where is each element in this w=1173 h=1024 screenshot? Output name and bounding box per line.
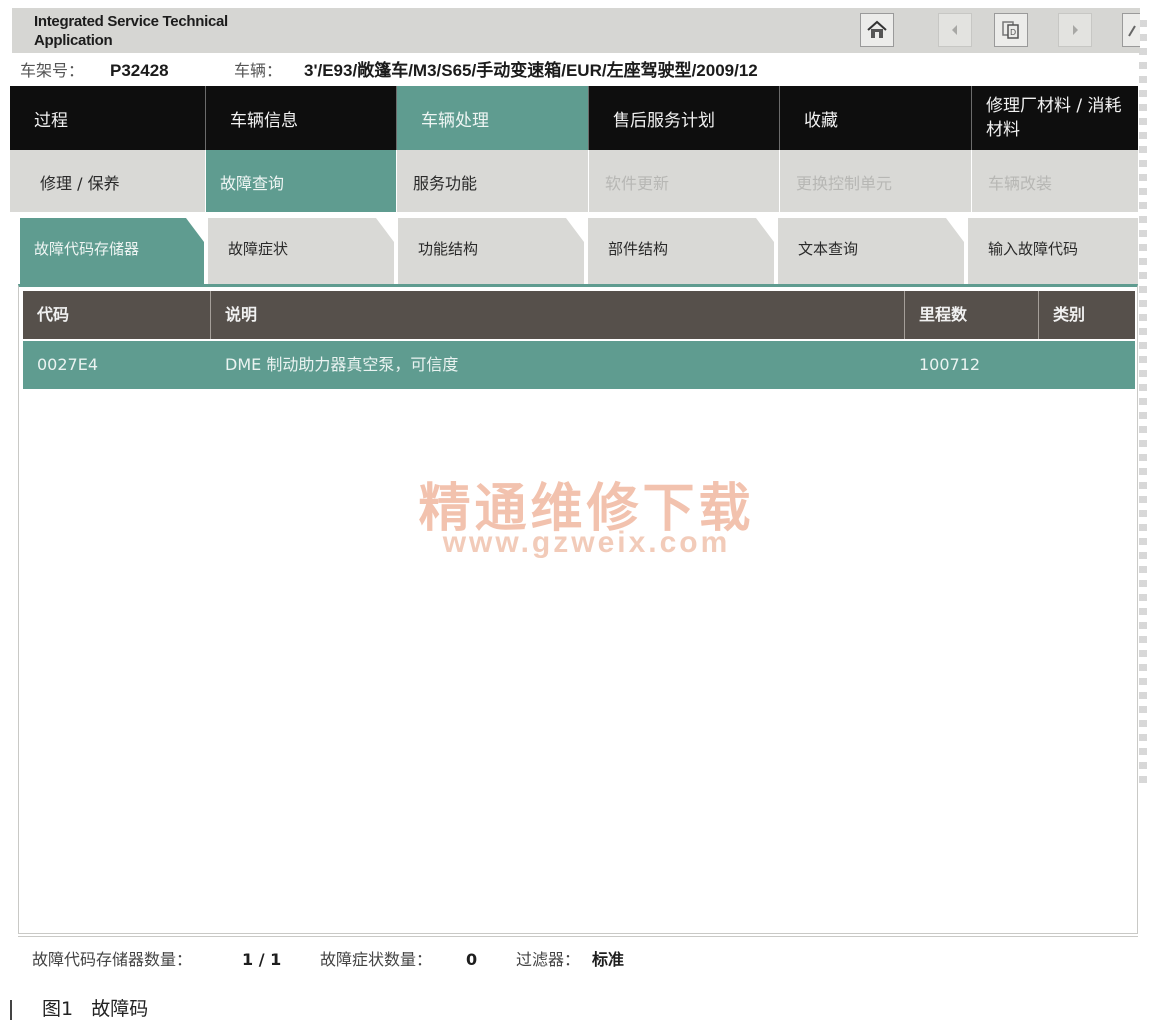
cell-mileage: 100712 [919, 355, 981, 374]
edit-button[interactable] [1122, 13, 1140, 47]
main-nav: 过程 车辆信息 车辆处理 售后服务计划 收藏 修理厂材料 / 消耗材料 [10, 86, 1138, 150]
watermark-url: www.gzweix.com [442, 526, 731, 559]
caption-text: 故障码 [91, 998, 149, 1020]
table-header: 代码 说明 里程数 类别 [23, 291, 1135, 339]
cell-type [1039, 341, 1135, 389]
vin-value: P32428 [110, 61, 169, 80]
figure-caption: 图1 故障码 [10, 996, 148, 1022]
home-icon [867, 20, 887, 38]
tab-service-functions[interactable]: 服务功能 [397, 150, 589, 212]
filter-label: 过滤器： [516, 950, 581, 969]
tab-process[interactable]: 过程 [10, 86, 206, 150]
caption-bar [10, 999, 12, 1020]
vin-label: 车架号： [20, 61, 85, 80]
tab-repair-maintenance[interactable]: 修理 / 保养 [10, 150, 206, 212]
sub-nav: 修理 / 保养 故障查询 服务功能 软件更新 更换控制单元 车辆改装 [10, 150, 1138, 212]
tab-replace-control-unit[interactable]: 更换控制单元 [780, 150, 972, 212]
tab-service-plan[interactable]: 售后服务计划 [589, 86, 780, 150]
page-edge [1139, 20, 1147, 790]
filter-value: 标准 [592, 950, 625, 969]
column-header-description[interactable]: 说明 [211, 291, 905, 339]
column-header-type[interactable]: 类别 [1039, 291, 1135, 339]
fault-code-panel: 代码 说明 里程数 类别 0027E4 DME 制动助力器真空泵，可信度 100… [18, 284, 1138, 934]
tab-fault-memory[interactable]: 故障代码存储器 [20, 218, 204, 284]
symptom-count-value: 0 [466, 950, 478, 969]
column-header-mileage[interactable]: 里程数 [905, 291, 1039, 339]
tab-text-search[interactable]: 文本查询 [778, 218, 964, 284]
copy-button[interactable]: D [994, 13, 1028, 47]
tab-function-structure[interactable]: 功能结构 [398, 218, 584, 284]
vehicle-value: 3'/E93/敞篷车/M3/S65/手动变速箱/EUR/左座驾驶型/2009/1… [304, 61, 758, 80]
vehicle-info-line: 车架号： P32428 车辆： 3'/E93/敞篷车/M3/S65/手动变速箱/… [12, 57, 1140, 85]
back-button[interactable] [938, 13, 972, 47]
arrow-left-icon [952, 25, 957, 35]
status-bar: 故障代码存储器数量： 1 / 1 故障症状数量： 0 过滤器： 标准 [18, 936, 1138, 983]
symptom-count-label: 故障症状数量： [320, 950, 433, 969]
fault-memory-count-label: 故障代码存储器数量： [32, 950, 193, 969]
svg-text:D: D [1010, 28, 1016, 37]
tab-component-structure[interactable]: 部件结构 [588, 218, 774, 284]
vehicle-label: 车辆： [234, 61, 283, 80]
pencil-icon [1127, 25, 1136, 37]
copy-document-icon: D [1002, 21, 1019, 39]
cell-code: 0027E4 [37, 355, 99, 374]
app-title: Integrated Service Technical Application [34, 12, 334, 50]
tab-workshop-materials[interactable]: 修理厂材料 / 消耗材料 [972, 86, 1138, 150]
tab-enter-fault-code[interactable]: 输入故障代码 [968, 218, 1138, 284]
arrow-right-icon [1073, 25, 1078, 35]
diagnosis-tabs: 故障代码存储器 故障症状 功能结构 部件结构 文本查询 输入故障代码 [20, 218, 1138, 284]
home-button[interactable] [860, 13, 894, 47]
title-bar: Integrated Service Technical Application… [12, 8, 1140, 53]
tab-vehicle-info[interactable]: 车辆信息 [206, 86, 397, 150]
column-header-code[interactable]: 代码 [23, 291, 211, 339]
fault-memory-count-value: 1 / 1 [242, 950, 282, 969]
cell-description: DME 制动助力器真空泵，可信度 [225, 355, 459, 374]
tab-vehicle-processing[interactable]: 车辆处理 [397, 86, 589, 150]
app-title-line2: Application [34, 32, 113, 49]
forward-button[interactable] [1058, 13, 1092, 47]
tab-fault-symptoms[interactable]: 故障症状 [208, 218, 394, 284]
app-title-line1: Integrated Service Technical [34, 13, 228, 30]
tab-software-update[interactable]: 软件更新 [589, 150, 780, 212]
tab-favorites[interactable]: 收藏 [780, 86, 972, 150]
caption-figure-number: 图1 [42, 998, 74, 1020]
tab-fault-query[interactable]: 故障查询 [206, 150, 397, 212]
table-row[interactable]: 0027E4 DME 制动助力器真空泵，可信度 100712 [23, 341, 1135, 389]
tab-vehicle-modification[interactable]: 车辆改装 [972, 150, 1138, 212]
